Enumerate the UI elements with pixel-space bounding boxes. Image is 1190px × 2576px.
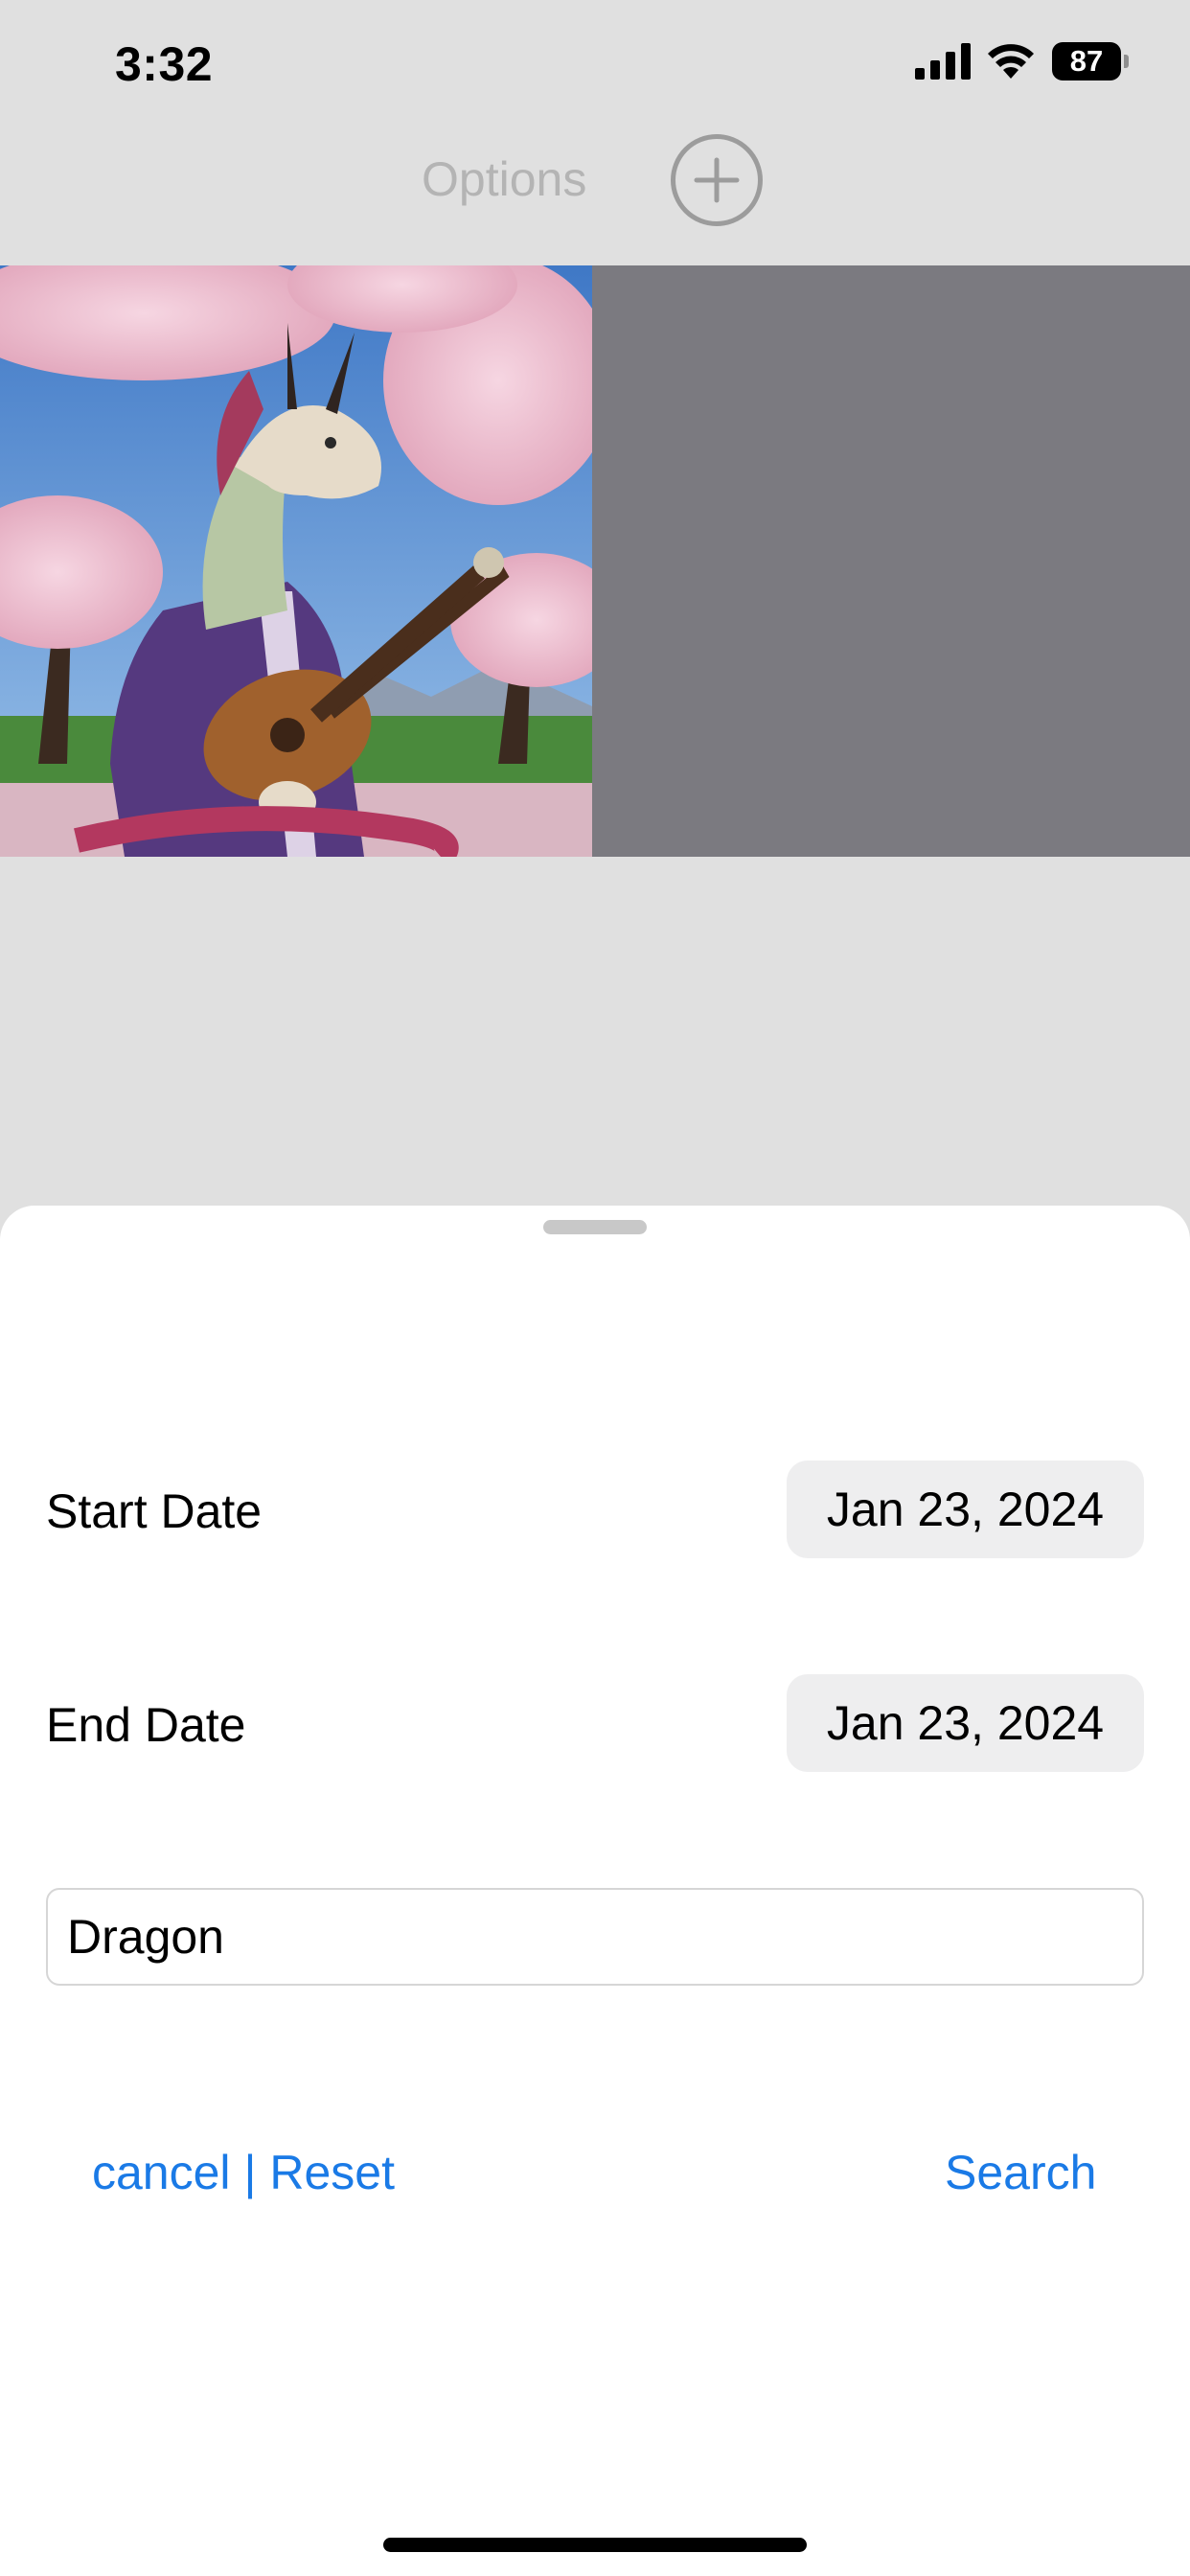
add-button[interactable] [671,134,763,226]
end-date-picker[interactable]: Jan 23, 2024 [787,1674,1144,1772]
status-time: 3:32 [115,37,214,91]
status-bar: 3:32 87 [0,0,1190,134]
reset-button[interactable]: Reset [269,2146,395,2199]
sheet-grabber[interactable] [543,1220,647,1234]
home-indicator [383,2538,807,2552]
search-button[interactable]: Search [945,2145,1096,2200]
start-date-label: Start Date [46,1484,263,1538]
plus-circle-icon [694,157,740,203]
cancel-reset-group: cancel | Reset [92,2145,395,2200]
gallery-thumbnail[interactable] [0,265,592,857]
cancel-button[interactable]: cancel [92,2146,231,2199]
cellular-signal-icon [915,43,971,80]
end-date-label: End Date [46,1698,246,1752]
image-grid [0,265,1190,857]
battery-indicator: 87 [1052,42,1129,80]
options-button[interactable]: Options [422,151,586,207]
battery-cap [1124,55,1129,68]
dragon-guitar-image [0,265,592,857]
battery-level: 87 [1052,42,1121,80]
start-date-picker[interactable]: Jan 23, 2024 [787,1460,1144,1558]
search-input[interactable]: Dragon [46,1888,1144,1986]
action-separator: | [243,2146,257,2199]
filter-sheet: Start Date Jan 23, 2024 End Date Jan 23,… [0,1206,1190,2576]
wifi-icon [988,44,1034,79]
